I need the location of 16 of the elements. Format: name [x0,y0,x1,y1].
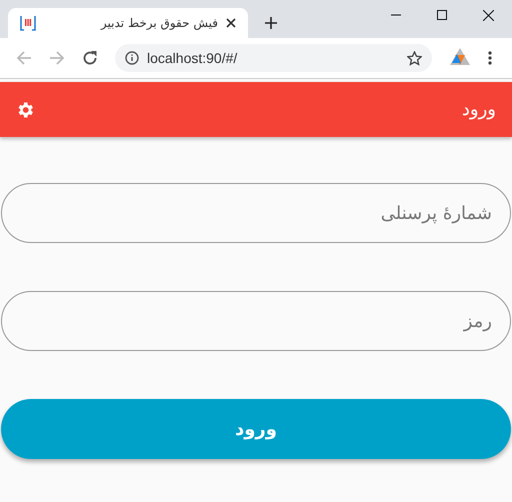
input-field[interactable]: شمارهٔ پرسنلی [1,183,511,243]
bars-icon [20,15,36,31]
new-tab-icon[interactable] [265,17,277,29]
tab-title: فیش حقوق برخط تدبیر [99,16,218,30]
address-bar[interactable]: localhost:90/#/ [115,44,432,72]
maximize-icon[interactable] [437,10,447,20]
browser-tab[interactable]: فیش حقوق برخط تدبیر [8,8,248,38]
close-icon[interactable] [226,18,236,28]
input-field[interactable]: رمز [1,291,511,351]
info-icon [125,51,139,65]
url-text: localhost:90/#/ [147,50,238,66]
menu-icon[interactable] [488,51,492,65]
star-icon[interactable] [407,50,422,66]
page-title: ورود [462,99,496,120]
reload-icon[interactable] [82,50,98,66]
close-icon[interactable] [483,10,494,21]
